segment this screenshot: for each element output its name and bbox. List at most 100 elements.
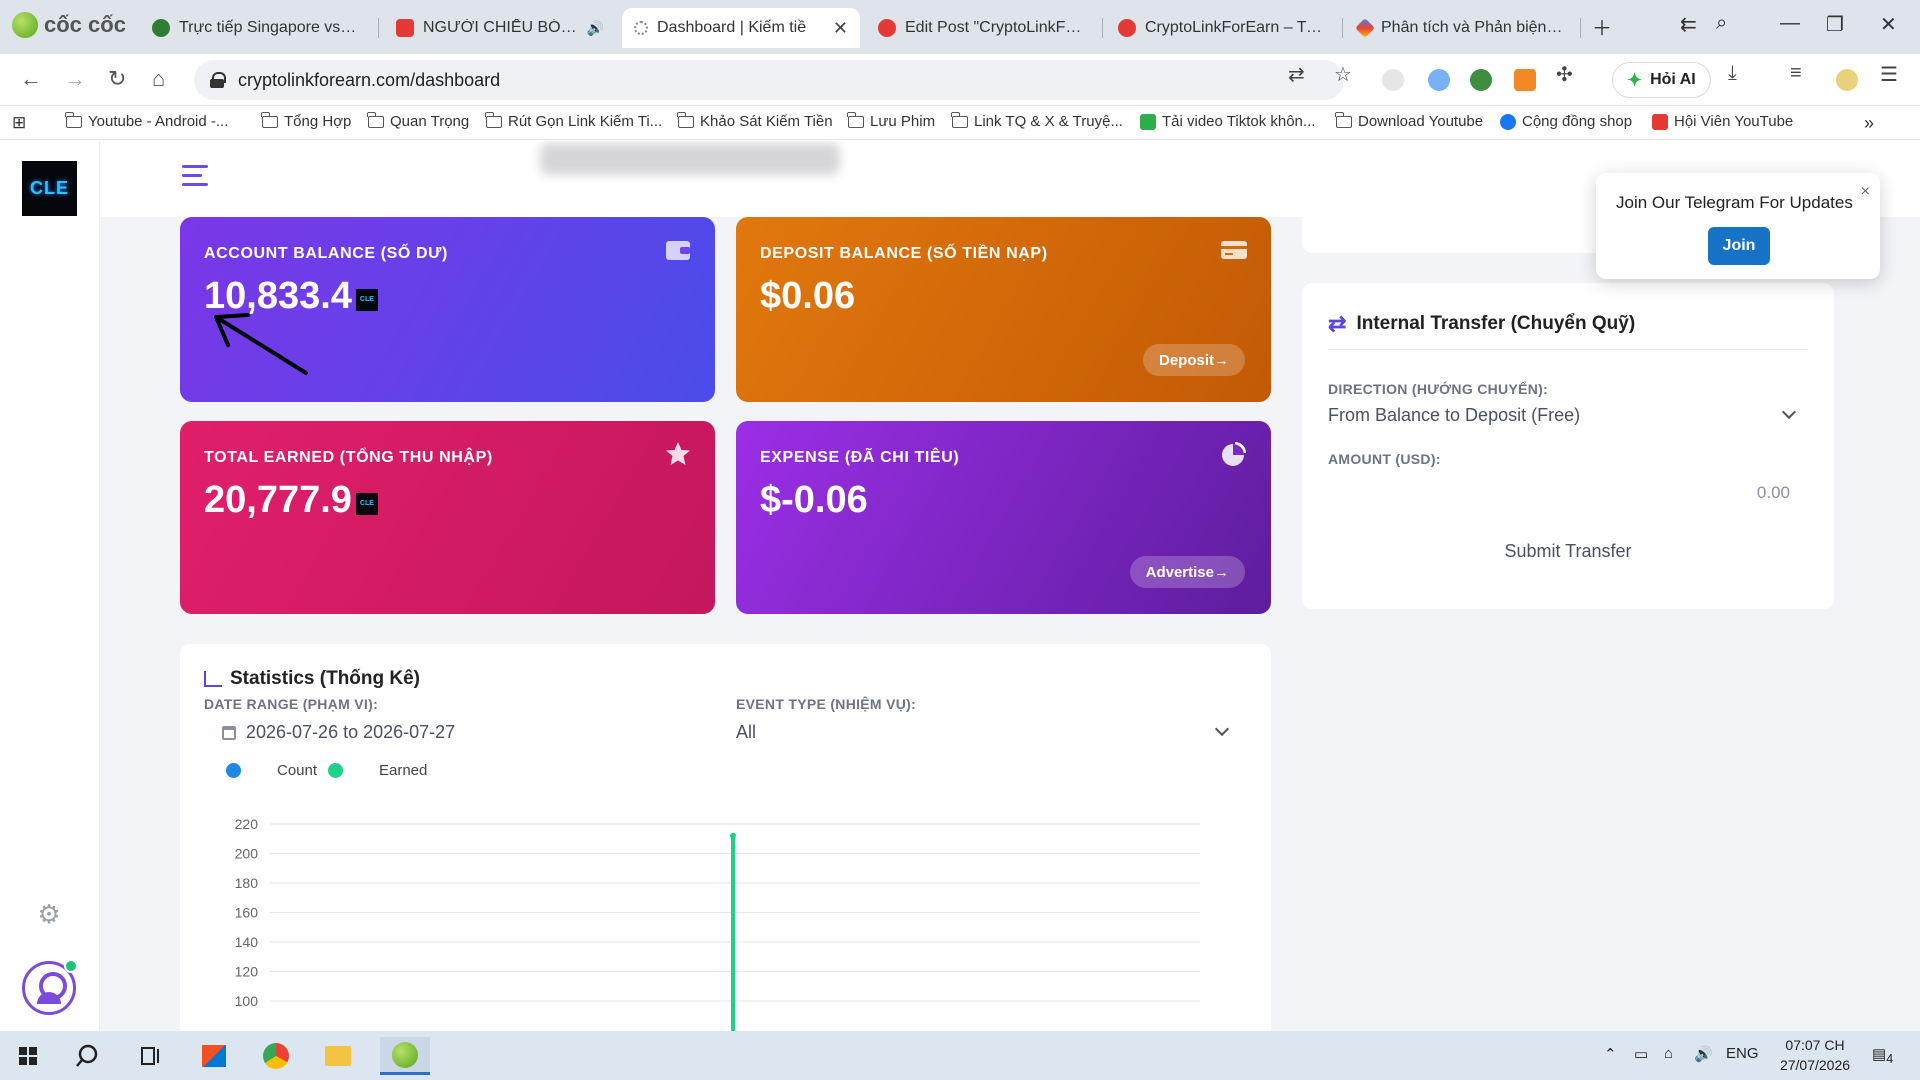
statistics-title: Statistics (Thống Kê) bbox=[204, 668, 420, 690]
tab-divider bbox=[1580, 18, 1581, 38]
volume-icon[interactable]: 🔊 bbox=[1694, 1045, 1713, 1063]
battery-icon[interactable]: ▭ bbox=[1634, 1045, 1648, 1063]
notification-center-icon[interactable]: ▤4 bbox=[1872, 1045, 1893, 1066]
tab-cryptolinkforearn[interactable]: CryptoLinkForEarn – Trang bbox=[1106, 8, 1338, 48]
date-range-input[interactable]: 2026-07-26 to 2026-07-27 bbox=[222, 722, 455, 743]
account-balance-value: 10,833.4 bbox=[204, 275, 352, 317]
submit-transfer-button[interactable]: Submit Transfer bbox=[1328, 529, 1808, 573]
bookmark-item[interactable]: Khảo Sát Kiếm Tiền bbox=[677, 111, 833, 130]
task-view-icon[interactable] bbox=[130, 1037, 170, 1075]
coin-logo-icon: CLE bbox=[355, 288, 378, 311]
coccoc-logo-icon bbox=[12, 12, 38, 38]
browser-tabbar: cốc cốc Trực tiếp Singapore vs Tim NGƯỜI… bbox=[0, 0, 1920, 54]
tab-nguoi-chieu-bong[interactable]: NGƯỜI CHIẾU BÓNG E 🔊 bbox=[384, 8, 616, 48]
home-icon[interactable]: ⌂ bbox=[152, 66, 165, 92]
tab-dashboard[interactable]: Dashboard | Kiếm tiề ✕ bbox=[622, 8, 860, 48]
notification-count: 4 bbox=[1886, 1052, 1894, 1066]
bookmark-item[interactable]: Tổng Hợp bbox=[261, 111, 352, 130]
earned-data-point[interactable] bbox=[730, 832, 736, 839]
bookmark-item[interactable]: Tải video Tiktok khôn... bbox=[1140, 113, 1315, 130]
bookmark-item[interactable]: Lưu Phim bbox=[847, 111, 935, 130]
restore-icon[interactable]: ❐ bbox=[1826, 12, 1844, 37]
lock-icon[interactable] bbox=[210, 72, 226, 88]
extension-search-icon[interactable] bbox=[1428, 69, 1450, 91]
url-text[interactable]: cryptolinkforearn.com/dashboard bbox=[238, 70, 500, 91]
bookmark-item[interactable]: Quan Trọng bbox=[367, 111, 470, 130]
extension-globe-icon[interactable] bbox=[1470, 69, 1492, 91]
join-telegram-button[interactable]: Join bbox=[1708, 227, 1770, 265]
y-tick-label: 160 bbox=[235, 905, 259, 921]
bookmark-label: Quan Trọng bbox=[390, 113, 470, 130]
bookmark-item[interactable]: Cộng đồng shop bbox=[1500, 113, 1632, 130]
windows-taskbar: ⌃ ▭ ⌂ 🔊 ENG 07:07 CH 27/07/2026 ▤4 bbox=[0, 1031, 1920, 1080]
browser-toolbar: ← → ↻ ⌂ cryptolinkforearn.com/dashboard … bbox=[0, 54, 1920, 106]
bookmark-item[interactable]: Rút Gọn Link Kiếm Ti... bbox=[485, 111, 662, 130]
tab-title: CryptoLinkForEarn – Trang bbox=[1145, 19, 1326, 36]
bookmark-item[interactable]: Hội Viên YouTube bbox=[1652, 113, 1793, 130]
speaker-icon[interactable]: 🔊 bbox=[587, 20, 604, 37]
file-explorer-icon[interactable] bbox=[318, 1037, 358, 1075]
search-icon[interactable] bbox=[70, 1037, 110, 1075]
bookmark-item[interactable]: Youtube - Android -... bbox=[65, 111, 228, 130]
bookmark-label: Download Youtube bbox=[1358, 113, 1484, 130]
input-language[interactable]: ENG bbox=[1726, 1045, 1759, 1062]
apps-grid-icon[interactable]: ⊞ bbox=[12, 113, 26, 133]
extension-feather-icon[interactable] bbox=[1382, 69, 1404, 91]
system-clock[interactable]: 07:07 CH 27/07/2026 bbox=[1770, 1035, 1860, 1075]
address-bar[interactable]: cryptolinkforearn.com/dashboard bbox=[194, 60, 1344, 100]
show-hidden-icons-icon[interactable]: ⌃ bbox=[1604, 1045, 1617, 1063]
direction-select[interactable]: From Balance to Deposit (Free) bbox=[1328, 405, 1798, 426]
bookmark-item[interactable]: Link TQ & X & Truyệ... bbox=[951, 111, 1123, 130]
back-forward-cache-icon[interactable]: ⇇ bbox=[1680, 12, 1697, 37]
media-controls-icon[interactable]: ≡ bbox=[1790, 62, 1802, 85]
download-icon[interactable]: ⤓ bbox=[1728, 62, 1737, 85]
coccoc-taskbar-icon[interactable] bbox=[380, 1037, 430, 1075]
network-icon[interactable]: ⌂ bbox=[1664, 1045, 1673, 1062]
minimize-icon[interactable]: — bbox=[1780, 12, 1800, 35]
credit-card-icon bbox=[1221, 241, 1247, 259]
tab-phan-tich[interactable]: Phân tích và Phản biện Lừ bbox=[1346, 8, 1578, 48]
card-label: DEPOSIT BALANCE (SỐ TIỀN NẠP) bbox=[760, 245, 1048, 262]
back-icon[interactable]: ← bbox=[20, 66, 42, 92]
close-tab-icon[interactable]: ✕ bbox=[833, 18, 848, 39]
tab-singapore[interactable]: Trực tiếp Singapore vs Tim bbox=[140, 8, 372, 48]
new-tab-icon[interactable]: ＋ bbox=[1592, 12, 1612, 41]
bookmark-item[interactable]: Download Youtube bbox=[1335, 111, 1484, 130]
amount-input[interactable]: 0.00 bbox=[1757, 483, 1790, 503]
ask-ai-button[interactable]: ✦ Hỏi AI bbox=[1612, 62, 1711, 98]
extensions-puzzle-icon[interactable]: ✣ bbox=[1556, 62, 1573, 87]
tab-title: Trực tiếp Singapore vs Tim bbox=[179, 19, 360, 36]
deposit-button[interactable]: Deposit→ bbox=[1142, 344, 1245, 376]
legend-earned[interactable]: Earned bbox=[328, 762, 427, 779]
gemini-favicon-icon bbox=[1355, 18, 1375, 38]
event-type-select[interactable]: All bbox=[736, 722, 756, 743]
bookmark-star-icon[interactable]: ☆ bbox=[1334, 62, 1352, 87]
hamburger-menu-icon[interactable] bbox=[182, 165, 208, 187]
translate-icon[interactable]: ⇄ bbox=[1288, 62, 1305, 87]
reload-icon[interactable]: ↻ bbox=[108, 66, 126, 92]
advertise-button[interactable]: Advertise→ bbox=[1129, 556, 1245, 588]
browser-menu-icon[interactable]: ☰ bbox=[1880, 62, 1898, 87]
legend-count[interactable]: Count bbox=[226, 762, 317, 779]
gear-icon[interactable]: ⚙ bbox=[36, 901, 62, 927]
tab-divider bbox=[378, 18, 379, 38]
chevron-down-icon[interactable] bbox=[1214, 721, 1230, 737]
windows-start-icon[interactable] bbox=[8, 1037, 48, 1075]
browser-brand[interactable]: cốc cốc bbox=[12, 12, 126, 38]
close-window-icon[interactable]: ✕ bbox=[1880, 12, 1897, 37]
close-icon[interactable]: × bbox=[1861, 183, 1870, 201]
site-logo[interactable]: CLE bbox=[22, 161, 77, 216]
forward-icon[interactable]: → bbox=[64, 66, 86, 92]
more-bookmarks-icon[interactable]: » bbox=[1864, 113, 1874, 134]
chrome-icon[interactable] bbox=[256, 1037, 296, 1075]
tab-edit-post[interactable]: Edit Post "CryptoLinkForEa bbox=[866, 8, 1098, 48]
card-value-row: 20,777.9 CLE bbox=[204, 479, 378, 522]
bookmark-label: Tổng Hợp bbox=[284, 113, 352, 130]
y-tick-label: 220 bbox=[235, 816, 259, 832]
deposit-balance-card: DEPOSIT BALANCE (SỐ TIỀN NẠP) $0.06 Depo… bbox=[736, 217, 1271, 402]
total-earned-value: 20,777.9 bbox=[204, 479, 352, 521]
profile-avatar[interactable] bbox=[1836, 69, 1858, 91]
tab-search-icon[interactable]: ⌕ bbox=[1716, 12, 1727, 35]
microsoft-store-icon[interactable] bbox=[194, 1037, 234, 1075]
metamask-icon[interactable] bbox=[1514, 69, 1536, 91]
